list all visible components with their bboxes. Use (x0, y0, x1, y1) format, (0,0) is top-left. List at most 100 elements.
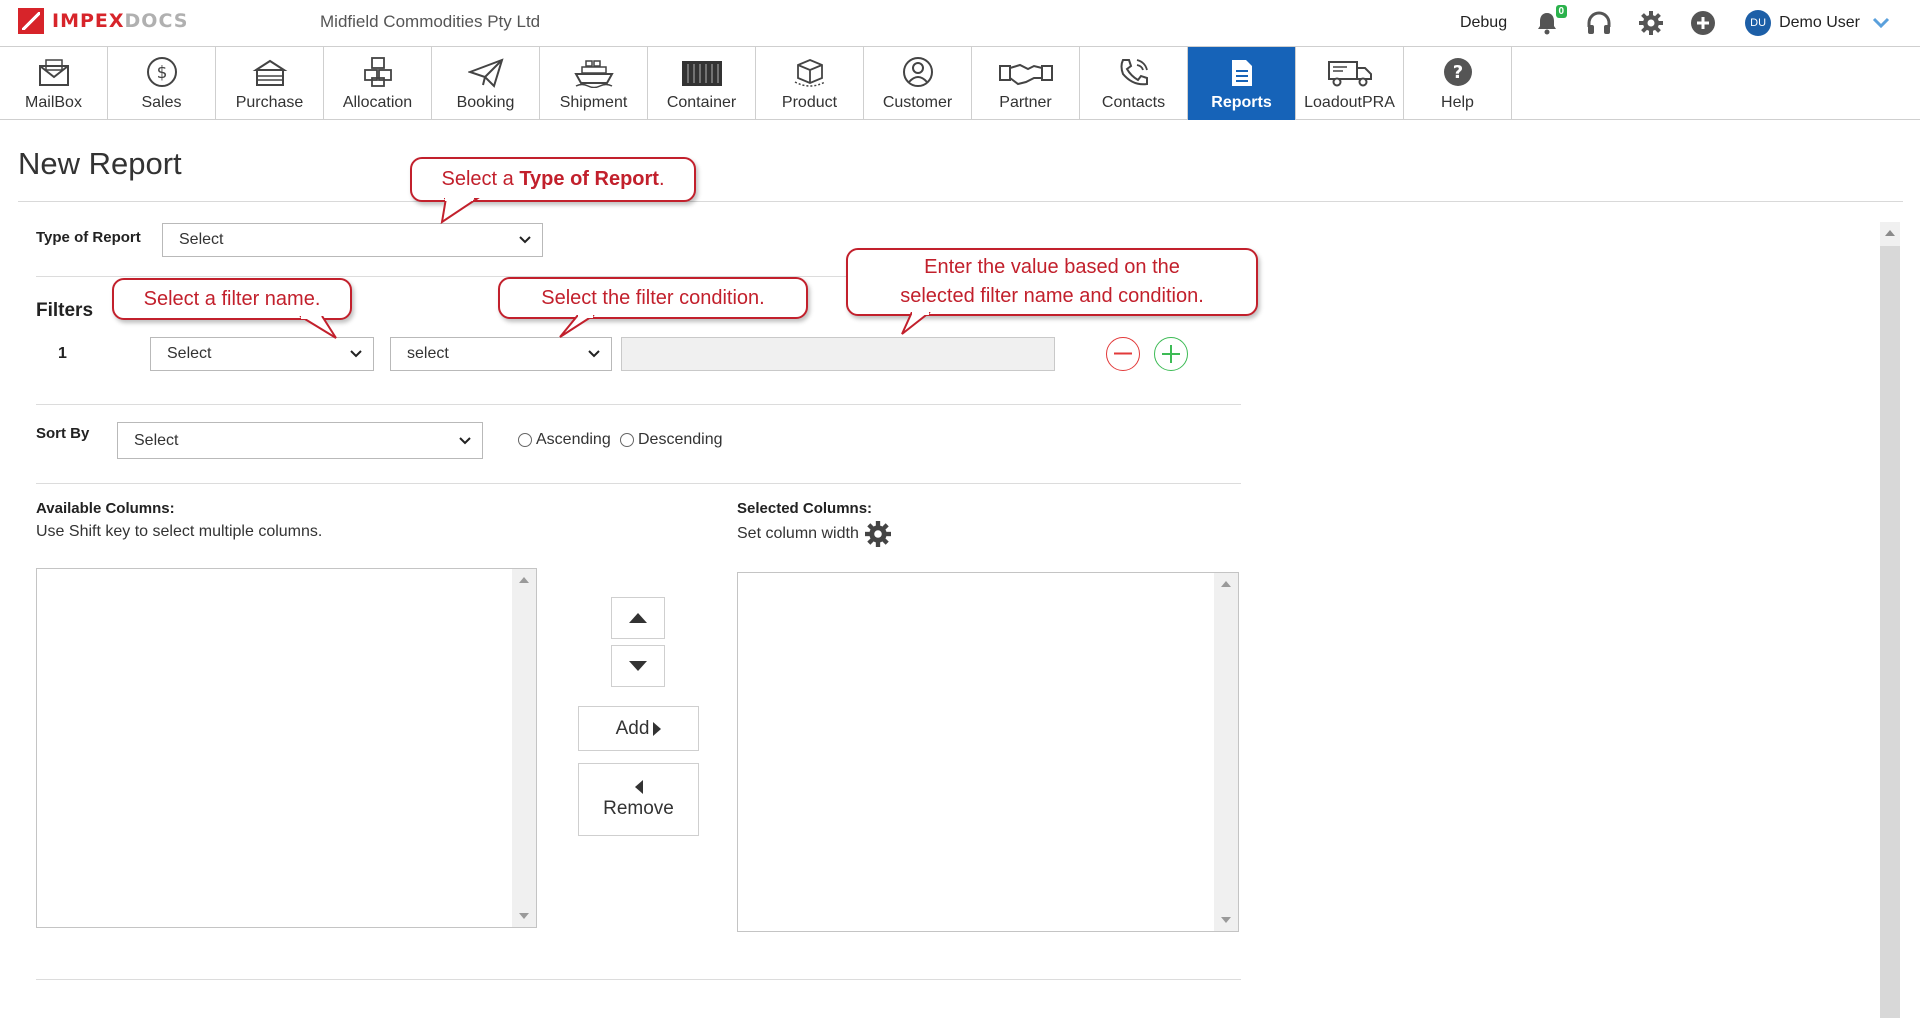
dollar-icon: $ (146, 57, 177, 87)
user-name[interactable]: Demo User (1779, 14, 1860, 32)
chevron-down-icon[interactable] (1872, 17, 1890, 29)
gear-icon (1639, 11, 1664, 35)
caret-left-icon (634, 779, 643, 794)
handshake-icon (998, 63, 1053, 86)
nav-item-allocation[interactable]: Allocation (324, 47, 432, 120)
chevron-down-icon (350, 350, 362, 358)
purchase-icon (252, 59, 287, 86)
divider (36, 404, 1241, 405)
move-up-button[interactable] (611, 597, 665, 639)
remove-label: Remove (603, 797, 674, 819)
remove-filter-button[interactable] (1106, 337, 1140, 371)
nav-item-loadoutpra[interactable]: LoadoutPRA (1296, 47, 1404, 120)
top-bar: IMPEXDOCS Midfield Commodities Pty Ltd D… (0, 0, 1920, 46)
debug-link[interactable]: Debug (1460, 14, 1507, 32)
type-of-report-select[interactable]: Select (162, 223, 543, 257)
ascending-radio[interactable]: Ascending (518, 431, 611, 449)
svg-text:?: ? (1452, 62, 1462, 83)
page-scrollbar[interactable] (1880, 222, 1900, 1018)
nav-item-container[interactable]: Container (648, 47, 756, 120)
descending-label: Descending (638, 431, 723, 448)
settings-button[interactable] (1637, 9, 1665, 37)
callout-type-suffix: . (658, 168, 665, 190)
type-of-report-value: Select (179, 231, 224, 248)
available-columns-hint: Use Shift key to select multiple columns… (36, 523, 322, 541)
logo-text-main: IMPEX (52, 10, 125, 32)
nav-label: MailBox (25, 94, 82, 111)
nav-label: Reports (1211, 94, 1272, 111)
filter-name-value: Select (167, 345, 212, 362)
headset-icon (1587, 11, 1611, 34)
filter-condition-select[interactable]: select (390, 337, 612, 371)
filter-value-input[interactable] (621, 337, 1055, 371)
nav-label: Help (1441, 94, 1474, 111)
sort-by-select[interactable]: Select (117, 422, 483, 459)
callout-type-prefix: Select a (441, 168, 520, 190)
notifications-button[interactable]: 0 (1533, 5, 1568, 37)
impexdocs-logo[interactable]: IMPEXDOCS (18, 8, 188, 34)
type-of-report-label: Type of Report (36, 229, 141, 246)
boxes-icon (363, 57, 392, 87)
filter-condition-value: select (407, 345, 449, 362)
sort-by-value: Select (134, 431, 179, 449)
add-filter-button[interactable] (1154, 337, 1188, 371)
selected-columns-title: Selected Columns: (737, 500, 873, 517)
callout-tail (559, 315, 595, 338)
callout-filter-value: Enter the value based on the selected fi… (846, 248, 1258, 316)
nav-item-shipment[interactable]: Shipment (540, 47, 648, 120)
descending-radio[interactable]: Descending (620, 431, 723, 449)
callout-tail (440, 198, 480, 224)
nav-item-contacts[interactable]: Contacts (1080, 47, 1188, 120)
chevron-down-icon (588, 350, 600, 358)
plus-icon (1162, 345, 1180, 363)
available-columns-list[interactable] (36, 568, 537, 928)
nav-item-partner[interactable]: Partner (972, 47, 1080, 120)
selected-columns-hint: Set column width (737, 521, 891, 547)
nav-item-mailbox[interactable]: MailBox (0, 47, 108, 120)
filter-name-select[interactable]: Select (150, 337, 374, 371)
add-label: Add (615, 717, 650, 739)
gear-icon[interactable] (864, 521, 891, 547)
callout-tail (299, 316, 337, 339)
add-button[interactable]: Add (578, 706, 699, 751)
callout-filter-name-text: Select a filter name. (143, 287, 321, 310)
support-button[interactable] (1585, 9, 1613, 37)
nav-item-reports[interactable]: Reports (1188, 47, 1296, 120)
selected-columns-list[interactable] (737, 572, 1239, 932)
container-icon (681, 61, 722, 86)
scroll-up-arrow[interactable] (1885, 230, 1895, 236)
callout-filter-condition: Select the filter condition. (498, 277, 808, 319)
nav-item-help[interactable]: ? Help (1404, 47, 1512, 120)
help-icon: ? (1443, 58, 1472, 86)
remove-button[interactable]: Remove (578, 763, 699, 836)
nav-item-customer[interactable]: Customer (864, 47, 972, 120)
nav-item-product[interactable]: Product (756, 47, 864, 120)
nav-label: Partner (999, 94, 1052, 111)
sort-by-label: Sort By (36, 425, 90, 442)
nav-item-purchase[interactable]: Purchase (216, 47, 324, 120)
title-divider (18, 201, 1903, 202)
selected-columns-hint-text: Set column width (737, 525, 859, 542)
radio-circle[interactable] (518, 433, 532, 447)
nav-item-sales[interactable]: $ Sales (108, 47, 216, 120)
radio-circle[interactable] (620, 433, 634, 447)
add-new-button[interactable] (1689, 9, 1717, 37)
nav-label: Sales (141, 94, 182, 111)
callout-type-of-report: Select a Type of Report. (410, 157, 696, 202)
available-columns-hint-text: Use Shift key to select multiple columns… (36, 523, 323, 540)
caret-down-icon (629, 661, 647, 671)
scrollbar[interactable] (512, 569, 536, 927)
divider (36, 483, 1241, 484)
nav-label: Container (666, 94, 737, 111)
scrollbar[interactable] (1214, 573, 1238, 931)
move-down-button[interactable] (611, 645, 665, 687)
caret-right-icon (653, 721, 662, 736)
avatar[interactable]: DU (1745, 10, 1772, 36)
nav-item-booking[interactable]: Booking (432, 47, 540, 120)
divider (36, 979, 1241, 980)
module-nav: MailBox $ Sales Purchase Allocation Book… (0, 46, 1920, 120)
product-box-icon (794, 59, 825, 87)
phone-icon (1120, 59, 1148, 86)
page-title: New Report (18, 146, 182, 181)
filter-row-number: 1 (58, 345, 67, 362)
